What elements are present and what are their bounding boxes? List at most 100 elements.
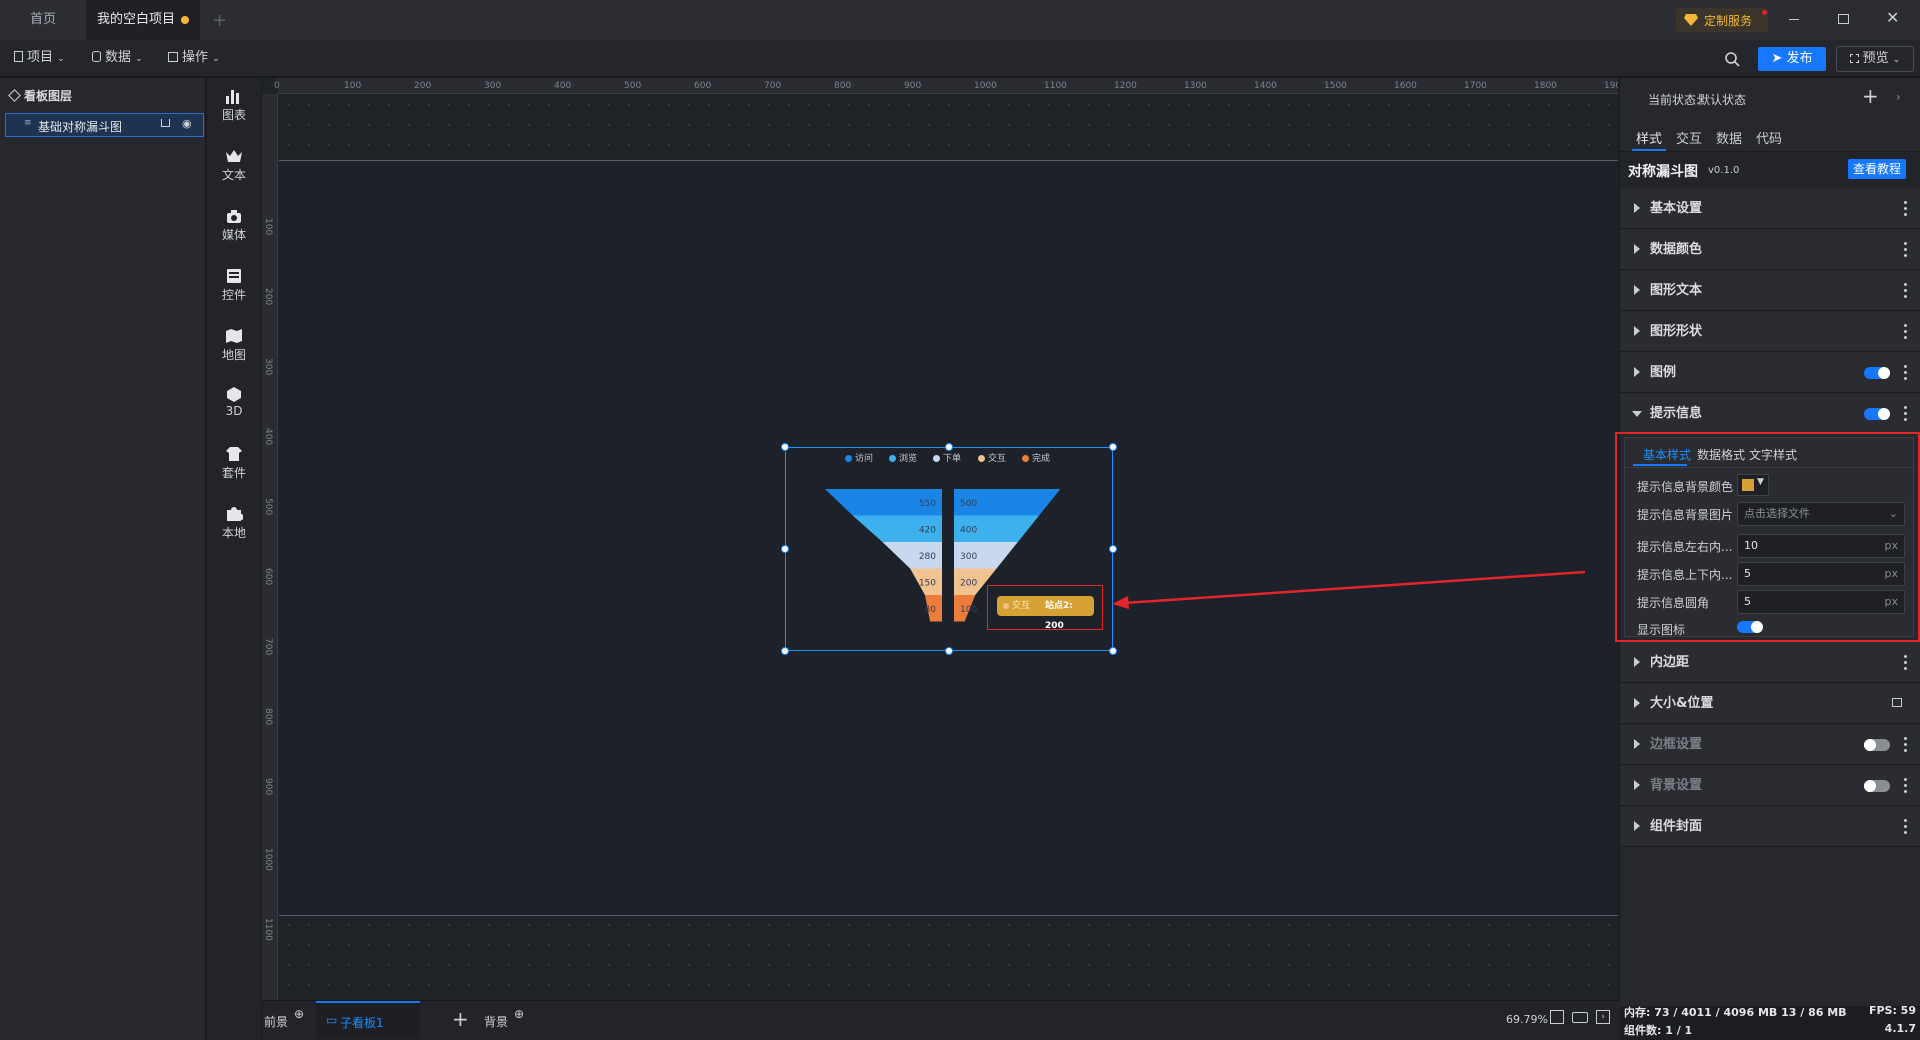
annotation-arrow [1112, 570, 1586, 609]
custom-service-button[interactable]: 定制服务 [1676, 8, 1768, 32]
horizontal-ruler: 0 100 200 300 400 500 600 700 800 900 1000 1100 1200… [274, 78, 1618, 94]
ruler-label: 200 [263, 288, 273, 306]
ruler-label: 400 [554, 81, 572, 91]
ruler-label: 800 [263, 708, 273, 726]
padding-tb-input[interactable]: 5 px [1737, 562, 1905, 586]
more-icon[interactable] [1904, 365, 1908, 381]
tab-data[interactable]: 数据 [1716, 128, 1742, 147]
restore-icon[interactable] [1838, 14, 1849, 24]
tool-control[interactable]: 控件 [207, 268, 261, 303]
more-icon[interactable] [1904, 324, 1908, 340]
padding-lr-input[interactable]: 10 px [1737, 534, 1905, 558]
bg-image-select[interactable]: 点击选择文件 ⌄ [1737, 502, 1905, 526]
tutorial-button[interactable]: 查看教程 [1848, 159, 1906, 179]
lock-icon[interactable] [1892, 698, 1902, 707]
tool-kit[interactable]: 套件 [207, 446, 261, 481]
keyboard-icon[interactable] [1572, 1012, 1588, 1023]
unlock-icon[interactable] [161, 119, 170, 127]
section-border[interactable]: 边框设置 [1620, 725, 1920, 765]
tab-interaction[interactable]: 交互 [1676, 128, 1702, 147]
eye-icon[interactable]: ◉ [182, 117, 192, 130]
menu-project[interactable]: 项目 ⌄ [14, 40, 65, 76]
border-toggle[interactable] [1864, 739, 1890, 751]
more-icon[interactable] [1904, 778, 1908, 794]
section-padding[interactable]: 内边距 [1620, 643, 1920, 683]
layer-item[interactable]: ≡ 基础对称漏斗图 ◉ [5, 113, 204, 137]
menu-data[interactable]: 数据 ⌄ [92, 40, 143, 76]
background-tab[interactable]: 背景 [484, 1013, 508, 1030]
add-tab-icon[interactable]: + [212, 10, 227, 31]
more-icon[interactable] [1904, 819, 1908, 835]
panel-tabs: 样式 交互 数据 代码 [1620, 120, 1920, 152]
more-icon[interactable] [1904, 283, 1908, 299]
subboard-tab[interactable]: ▭ 子看板1 [316, 1001, 420, 1039]
kit-icon [226, 447, 242, 461]
tab-code[interactable]: 代码 [1756, 128, 1782, 147]
padding-tb-label: 提示信息上下内... [1637, 568, 1733, 582]
section-size-position[interactable]: 大小&位置 [1620, 684, 1920, 724]
ruler-label: 800 [834, 81, 852, 91]
add-background-icon[interactable]: ⊕ [514, 1007, 524, 1021]
ruler-label: 700 [263, 638, 273, 656]
section-basic[interactable]: 基本设置 [1620, 189, 1920, 229]
section-legend[interactable]: 图例 [1620, 353, 1920, 393]
vertical-ruler: 100 200 300 400 500 600 700 800 900 1000 1100 [262, 94, 278, 1000]
publish-button[interactable]: ➤ 发布 [1758, 47, 1826, 71]
subtab-text-style[interactable]: 文字样式 [1749, 446, 1797, 463]
add-board-icon[interactable]: + [452, 1007, 469, 1031]
section-tooltip[interactable]: 提示信息 [1620, 394, 1920, 434]
caret-down-icon: ▼ [1757, 477, 1764, 487]
more-icon[interactable] [1904, 242, 1908, 258]
minimize-icon[interactable] [1789, 19, 1799, 20]
background-toggle[interactable] [1864, 780, 1890, 792]
zoom-level[interactable]: 69.79% [1506, 1013, 1548, 1026]
funnel-left-label: 80 [925, 605, 937, 615]
section-cover[interactable]: 组件封面 [1620, 807, 1920, 847]
tooltip-toggle[interactable] [1864, 408, 1890, 420]
more-icon[interactable] [1904, 201, 1908, 217]
map-icon [226, 329, 242, 343]
more-icon[interactable] [1904, 406, 1908, 422]
section-shape-text[interactable]: 图形文本 [1620, 271, 1920, 311]
add-state-icon[interactable]: + [1862, 84, 1879, 108]
tool-map[interactable]: 地图 [207, 328, 261, 363]
tool-text[interactable]: 文本 [207, 148, 261, 183]
tool-local[interactable]: 本地 [207, 506, 261, 541]
close-icon[interactable]: ✕ [1886, 8, 1899, 27]
radius-input[interactable]: 5 px [1737, 590, 1905, 614]
component-toolbox: 图表 文本 媒体 控件 地图 3D 套件 本地 [207, 78, 261, 1040]
ruler-label: 900 [263, 778, 273, 796]
state-value[interactable]: 默认状态 [1698, 91, 1746, 108]
foreground-tab[interactable]: 前景 [264, 1013, 288, 1030]
padding-lr-label: 提示信息左右内... [1637, 540, 1733, 554]
diamond-icon [1684, 14, 1698, 26]
ruler-label: 1100 [263, 918, 273, 941]
fit-screen-icon[interactable] [1550, 1010, 1564, 1024]
legend-toggle[interactable] [1864, 367, 1890, 379]
tool-3d[interactable]: 3D [207, 386, 261, 418]
ruler-label: 200 [414, 81, 432, 91]
search-icon[interactable] [1724, 51, 1740, 67]
section-background[interactable]: 背景设置 [1620, 766, 1920, 806]
menu-operate[interactable]: 操作 ⌄ [168, 40, 220, 76]
preview-button[interactable]: 预览 ⌄ [1836, 46, 1914, 72]
tab-home[interactable]: 首页 [0, 0, 86, 40]
funnel-left-label: 280 [919, 552, 936, 562]
more-icon[interactable] [1904, 737, 1908, 753]
tab-style[interactable]: 样式 [1636, 128, 1662, 147]
tool-media[interactable]: 媒体 [207, 208, 261, 243]
section-data-color[interactable]: 数据颜色 [1620, 230, 1920, 270]
funnel-right-label: 300 [960, 552, 977, 562]
chevron-right-icon[interactable]: › [1896, 90, 1901, 104]
tool-chart[interactable]: 图表 [207, 88, 261, 123]
database-icon [92, 51, 101, 62]
bg-color-picker[interactable]: ▼ [1737, 474, 1769, 496]
more-icon[interactable] [1904, 655, 1908, 671]
show-icon-toggle[interactable] [1737, 621, 1763, 633]
subtab-basic-style[interactable]: 基本样式 [1643, 446, 1691, 463]
tooltip-dot-icon [1003, 603, 1009, 609]
add-foreground-icon[interactable]: ⊕ [294, 1007, 304, 1021]
subtab-data-format[interactable]: 数据格式 [1697, 446, 1745, 463]
terminal-icon[interactable]: › [1596, 1010, 1610, 1024]
section-shape[interactable]: 图形形状 [1620, 312, 1920, 352]
